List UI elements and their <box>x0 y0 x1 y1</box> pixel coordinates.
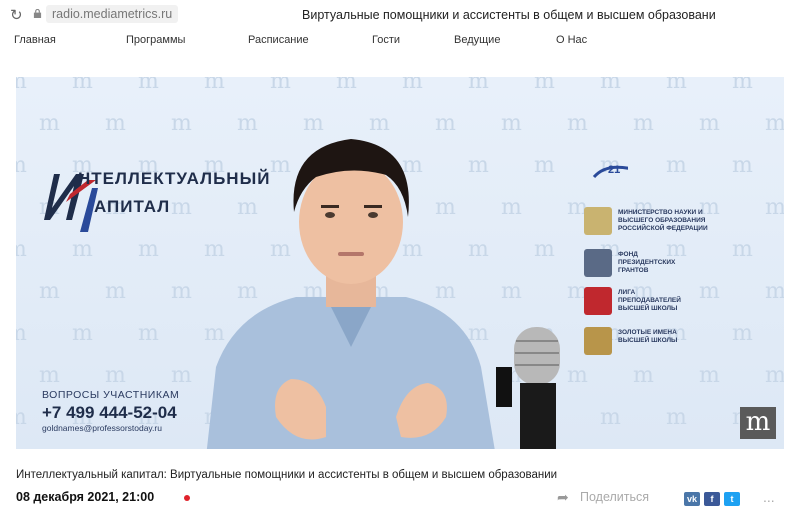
pattern-letter: m <box>765 363 784 388</box>
nav-item-guests[interactable]: Гости <box>372 34 400 46</box>
pattern-letter: m <box>633 111 654 136</box>
pattern-letter: m <box>39 363 60 388</box>
golden-names-icon <box>584 327 612 355</box>
svg-text:21: 21 <box>608 164 620 176</box>
sponsor-text: Фонд президентских грантов <box>618 251 676 274</box>
contact-question: ВОПРОСЫ УЧАСТНИКАМ <box>42 389 180 401</box>
browser-address-bar: ↻ radio.mediametrics.ru Виртуальные помо… <box>0 0 795 30</box>
sponsor-agency-21: 21 <box>584 157 734 191</box>
pattern-letter: m <box>402 77 423 94</box>
share-arrow-icon[interactable]: ➦ <box>557 489 569 506</box>
pattern-letter: m <box>765 111 784 136</box>
sponsor-grants-fund: Фонд президентских грантов <box>584 247 734 281</box>
nav-item-schedule[interactable]: Расписание <box>248 34 309 46</box>
pattern-letter: m <box>666 77 687 94</box>
pattern-letter: m <box>336 77 357 94</box>
pattern-letter: m <box>534 237 555 262</box>
lock-icon <box>33 9 42 18</box>
share-button[interactable]: Поделиться <box>580 490 649 504</box>
episode-title: Интеллектуальный капитал: Виртуальные по… <box>16 469 558 481</box>
video-player[interactable]: mmmmmmmmmmmmmmmmmmmmmmmmmmmmmmmmmmmmmmmm… <box>16 77 784 449</box>
pattern-letter: m <box>138 321 159 346</box>
pattern-letter: m <box>765 279 784 304</box>
live-indicator <box>184 495 190 501</box>
pattern-letter: m <box>732 321 753 346</box>
pattern-letter: m <box>204 77 225 94</box>
pattern-letter: m <box>600 77 621 94</box>
pattern-letter: m <box>16 405 27 430</box>
show-logo-line2: АПИТАЛ <box>94 197 171 216</box>
pattern-letter: m <box>534 153 555 178</box>
facebook-icon[interactable]: f <box>704 492 720 506</box>
pattern-letter: m <box>270 77 291 94</box>
sponsor-text: Лига преподавателей высшей школы <box>618 289 681 312</box>
ministry-emblem-icon <box>584 207 612 235</box>
site-nav: Главная Программы Расписание Гости Ведущ… <box>0 30 795 52</box>
pattern-letter: m <box>72 77 93 94</box>
vk-icon[interactable]: vk <box>684 492 700 506</box>
more-share-icon[interactable]: ... <box>763 489 775 505</box>
pattern-letter: m <box>16 237 27 262</box>
sponsor-golden-names: Золотые имена высшей школы <box>584 325 734 359</box>
pattern-letter: m <box>105 111 126 136</box>
pattern-letter: m <box>567 111 588 136</box>
pattern-letter: m <box>39 279 60 304</box>
twitter-icon[interactable]: t <box>724 492 740 506</box>
contact-phone: +7 499 444-52-04 <box>42 403 177 422</box>
nav-item-home[interactable]: Главная <box>14 34 56 46</box>
pattern-letter: m <box>732 153 753 178</box>
pattern-letter: m <box>534 77 555 94</box>
pattern-letter: m <box>138 77 159 94</box>
pattern-letter: m <box>732 237 753 262</box>
episode-date: 08 декабря 2021, 21:00 <box>16 490 155 504</box>
mediametrics-logo: m <box>740 407 776 439</box>
pattern-letter: m <box>16 321 27 346</box>
pattern-letter: m <box>765 195 784 220</box>
url-field[interactable]: radio.mediametrics.ru <box>46 5 179 23</box>
grants-fund-icon <box>584 249 612 277</box>
microphone <box>496 327 560 449</box>
agency-21-logo: 21 <box>592 164 628 179</box>
sponsor-text: Министерство науки и высшего образования… <box>618 209 708 232</box>
nav-item-hosts[interactable]: Ведущие <box>454 34 500 46</box>
pattern-letter: m <box>72 321 93 346</box>
sponsor-teachers-league: Лига преподавателей высшей школы <box>584 285 734 319</box>
pattern-letter: m <box>468 77 489 94</box>
pattern-letter: m <box>732 77 753 94</box>
reload-icon[interactable]: ↻ <box>10 6 23 24</box>
pattern-letter: m <box>39 111 60 136</box>
speaker-figure <box>206 139 495 449</box>
nav-item-about[interactable]: О Нас <box>556 34 587 46</box>
sponsor-ministry: Министерство науки и высшего образования… <box>584 205 734 239</box>
page-heading: Виртуальные помощники и ассистенты в общ… <box>302 8 716 22</box>
pattern-letter: m <box>16 77 27 94</box>
nav-item-programs[interactable]: Программы <box>126 34 185 46</box>
pattern-letter: m <box>699 363 720 388</box>
pattern-letter: m <box>138 237 159 262</box>
pattern-letter: m <box>105 363 126 388</box>
pattern-letter: m <box>633 363 654 388</box>
pattern-letter: m <box>600 405 621 430</box>
teachers-league-icon <box>584 287 612 315</box>
pattern-letter: m <box>699 111 720 136</box>
pattern-letter: m <box>16 153 27 178</box>
sponsor-text: Золотые имена высшей школы <box>618 329 678 344</box>
pattern-letter: m <box>666 405 687 430</box>
contact-email: goldnames@professorstoday.ru <box>42 423 162 433</box>
pattern-letter: m <box>105 279 126 304</box>
